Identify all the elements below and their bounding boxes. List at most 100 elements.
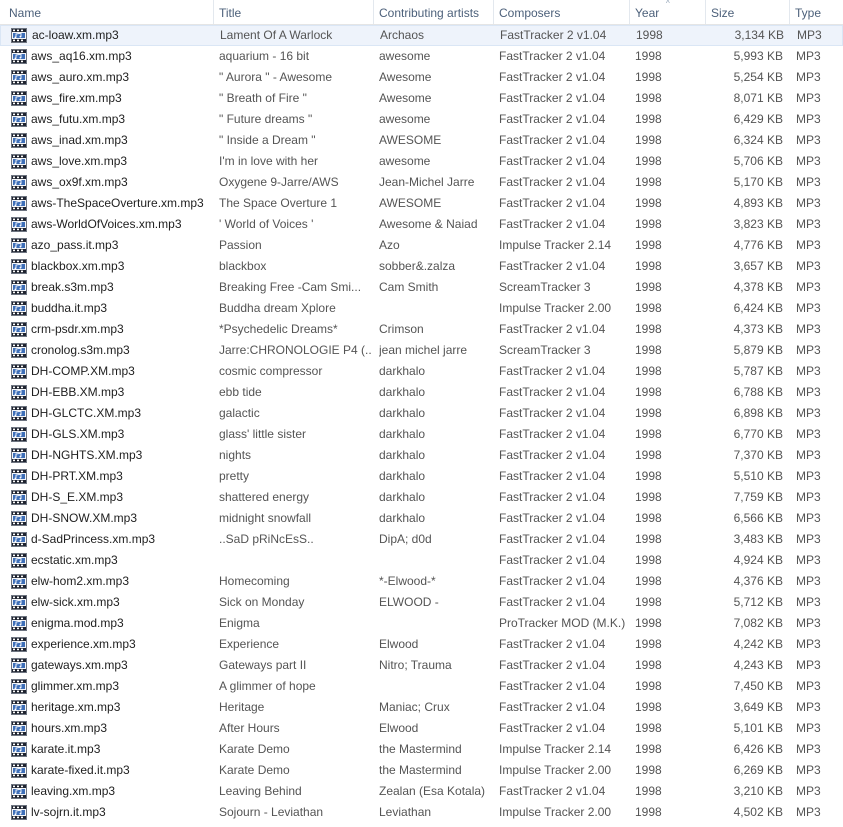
file-row[interactable]: karate-fixed.it.mp3 Karate Demo the Master… bbox=[0, 760, 843, 781]
artist-cell: awesome bbox=[379, 154, 431, 168]
title-cell: Sojourn - Leviathan bbox=[219, 805, 324, 819]
file-row[interactable]: aws_auro.xm.mp3 " Aurora " - Awesome Aweso… bbox=[0, 67, 843, 88]
column-header-type[interactable]: Type bbox=[789, 0, 843, 24]
type-cell: MP3 bbox=[796, 133, 821, 147]
size-cell: 6,424 KB bbox=[733, 301, 783, 315]
title-cell: Lament Of A Warlock bbox=[220, 28, 333, 42]
type-cell: MP3 bbox=[796, 91, 821, 105]
size-cell: 6,426 KB bbox=[733, 742, 783, 756]
type-cell: MP3 bbox=[796, 70, 821, 84]
composer-cell: FastTracker 2 v1.04 bbox=[499, 574, 606, 588]
type-cell: MP3 bbox=[796, 154, 821, 168]
file-row[interactable]: DH-GLS.XM.mp3 glass' little sister darkhal… bbox=[0, 424, 843, 445]
audio-file-icon bbox=[11, 574, 27, 589]
type-cell: MP3 bbox=[796, 595, 821, 609]
file-row[interactable]: DH-SNOW.XM.mp3 midnight snowfall darkhalo F… bbox=[0, 508, 843, 529]
artist-cell: Awesome & Naiad bbox=[379, 217, 478, 231]
column-header-title[interactable]: Title bbox=[213, 0, 373, 24]
file-row[interactable]: aws_fire.xm.mp3 " Breath of Fire " Awesome… bbox=[0, 88, 843, 109]
file-name-cell: karate.it.mp3 bbox=[31, 742, 101, 756]
file-row[interactable]: elw-sick.xm.mp3 Sick on Monday ELWOOD - Fas… bbox=[0, 592, 843, 613]
file-row[interactable]: aws_love.xm.mp3 I'm in love with her aweso… bbox=[0, 151, 843, 172]
title-cell: ' World of Voices ' bbox=[219, 217, 314, 231]
composer-cell: FastTracker 2 v1.04 bbox=[499, 364, 606, 378]
column-header-artists[interactable]: Contributing artists bbox=[373, 0, 493, 24]
file-row[interactable]: aws-WorldOfVoices.xm.mp3 ' World of Voice… bbox=[0, 214, 843, 235]
type-cell: MP3 bbox=[796, 805, 821, 819]
year-cell: 1998 bbox=[635, 154, 662, 168]
file-row[interactable]: aws_inad.xm.mp3 " Inside a Dream " AWESOME… bbox=[0, 130, 843, 151]
audio-file-icon bbox=[11, 301, 27, 316]
file-row[interactable]: experience.xm.mp3 Experience Elwood FastTra… bbox=[0, 634, 843, 655]
year-cell: 1998 bbox=[635, 280, 662, 294]
size-cell: 7,370 KB bbox=[733, 448, 783, 462]
composer-cell: FastTracker 2 v1.04 bbox=[499, 511, 606, 525]
size-cell: 6,770 KB bbox=[733, 427, 783, 441]
type-cell: MP3 bbox=[796, 364, 821, 378]
year-cell: 1998 bbox=[635, 343, 662, 357]
file-row[interactable]: aws_aq16.xm.mp3 aquarium - 16 bit awesome F… bbox=[0, 46, 843, 67]
file-row[interactable]: DH-COMP.XM.mp3 cosmic compressor darkhalo F… bbox=[0, 361, 843, 382]
composer-cell: FastTracker 2 v1.04 bbox=[500, 28, 607, 42]
size-cell: 5,101 KB bbox=[733, 721, 783, 735]
file-row[interactable]: leaving.xm.mp3 Leaving Behind Zealan (Esa … bbox=[0, 781, 843, 802]
type-cell: MP3 bbox=[797, 28, 822, 42]
type-cell: MP3 bbox=[796, 574, 821, 588]
title-cell: " Future dreams " bbox=[219, 112, 313, 126]
year-cell: 1998 bbox=[635, 553, 662, 567]
composer-cell: FastTracker 2 v1.04 bbox=[499, 427, 606, 441]
composer-cell: FastTracker 2 v1.04 bbox=[499, 133, 606, 147]
size-cell: 4,376 KB bbox=[733, 574, 783, 588]
file-row[interactable]: gateways.xm.mp3 Gateways part II Nitro; Tr… bbox=[0, 655, 843, 676]
title-cell: *Psychedelic Dreams* bbox=[219, 322, 338, 336]
title-cell: ebb tide bbox=[219, 385, 262, 399]
file-row[interactable]: hours.xm.mp3 After Hours Elwood FastTracker… bbox=[0, 718, 843, 739]
size-cell: 3,483 KB bbox=[733, 532, 783, 546]
composer-cell: ScreamTracker 3 bbox=[499, 280, 591, 294]
file-row[interactable]: DH-NGHTS.XM.mp3 nights darkhalo FastTracker… bbox=[0, 445, 843, 466]
file-row[interactable]: azo_pass.it.mp3 Passion Azo Impulse Tracker… bbox=[0, 235, 843, 256]
column-header-name[interactable]: Name bbox=[3, 0, 213, 24]
composer-cell: FastTracker 2 v1.04 bbox=[499, 112, 606, 126]
file-row[interactable]: heritage.xm.mp3 Heritage Maniac; Crux FastT… bbox=[0, 697, 843, 718]
title-cell: Experience bbox=[219, 637, 280, 651]
file-row[interactable]: ecstatic.xm.mp3 FastTracker 2 v1.04 1998 4,… bbox=[0, 550, 843, 571]
file-row[interactable]: DH-GLCTC.XM.mp3 galactic darkhalo FastTrack… bbox=[0, 403, 843, 424]
file-row[interactable]: DH-S_E.XM.mp3 shattered energy darkhalo Fas… bbox=[0, 487, 843, 508]
title-cell: Jarre:CHRONOLOGIE P4 (... bbox=[219, 343, 371, 357]
file-row[interactable]: buddha.it.mp3 Buddha dream Xplore Impulse … bbox=[0, 298, 843, 319]
file-row[interactable]: ac-loaw.xm.mp3 Lament Of A Warlock Archaos… bbox=[0, 25, 843, 46]
file-row[interactable]: karate.it.mp3 Karate Demo the Mastermind Im… bbox=[0, 739, 843, 760]
file-row[interactable]: aws_ox9f.xm.mp3 Oxygene 9-Jarre/AWS Jean-M… bbox=[0, 172, 843, 193]
file-row[interactable]: glimmer.xm.mp3 A glimmer of hope FastTrack… bbox=[0, 676, 843, 697]
title-cell: A glimmer of hope bbox=[219, 679, 316, 693]
composer-cell: FastTracker 2 v1.04 bbox=[499, 406, 606, 420]
column-header-composers[interactable]: Composers bbox=[493, 0, 629, 24]
file-row[interactable]: aws-TheSpaceOverture.xm.mp3 The Space Ove… bbox=[0, 193, 843, 214]
type-cell: MP3 bbox=[796, 763, 821, 777]
year-cell: 1998 bbox=[635, 574, 662, 588]
file-row[interactable]: lv-sojrn.it.mp3 Sojourn - Leviathan Leviat… bbox=[0, 802, 843, 823]
file-name-cell: aws_aq16.xm.mp3 bbox=[31, 49, 132, 63]
type-cell: MP3 bbox=[796, 112, 821, 126]
file-row[interactable]: crm-psdr.xm.mp3 *Psychedelic Dreams* Crims… bbox=[0, 319, 843, 340]
artist-cell: Cam Smith bbox=[379, 280, 439, 294]
audio-file-icon bbox=[11, 28, 27, 43]
year-cell: 1998 bbox=[636, 28, 663, 42]
file-row[interactable]: enigma.mod.mp3 Enigma ProTracker MOD (M.K.… bbox=[0, 613, 843, 634]
file-row[interactable]: blackbox.xm.mp3 blackbox sobber&.zalza Fast… bbox=[0, 256, 843, 277]
audio-file-icon bbox=[11, 133, 27, 148]
file-name-cell: azo_pass.it.mp3 bbox=[31, 238, 119, 252]
file-row[interactable]: break.s3m.mp3 Breaking Free -Cam Smi... Ca… bbox=[0, 277, 843, 298]
file-row[interactable]: d-SadPrincess.xm.mp3 ..SaD pRiNcEsS.. DipA… bbox=[0, 529, 843, 550]
file-row[interactable]: DH-PRT.XM.mp3 pretty darkhalo FastTracker 2… bbox=[0, 466, 843, 487]
file-row[interactable]: elw-hom2.xm.mp3 Homecoming *-Elwood-* FastT… bbox=[0, 571, 843, 592]
column-header-size[interactable]: Size bbox=[705, 0, 789, 24]
year-cell: 1998 bbox=[635, 259, 662, 273]
year-cell: 1998 bbox=[635, 700, 662, 714]
file-row[interactable]: DH-EBB.XM.mp3 ebb tide darkhalo FastTracker… bbox=[0, 382, 843, 403]
file-row[interactable]: cronolog.s3m.mp3 Jarre:CHRONOLOGIE P4 (..… bbox=[0, 340, 843, 361]
type-cell: MP3 bbox=[796, 343, 821, 357]
file-row[interactable]: aws_futu.xm.mp3 " Future dreams " awesome F… bbox=[0, 109, 843, 130]
file-name-cell: DH-EBB.XM.mp3 bbox=[31, 385, 125, 399]
